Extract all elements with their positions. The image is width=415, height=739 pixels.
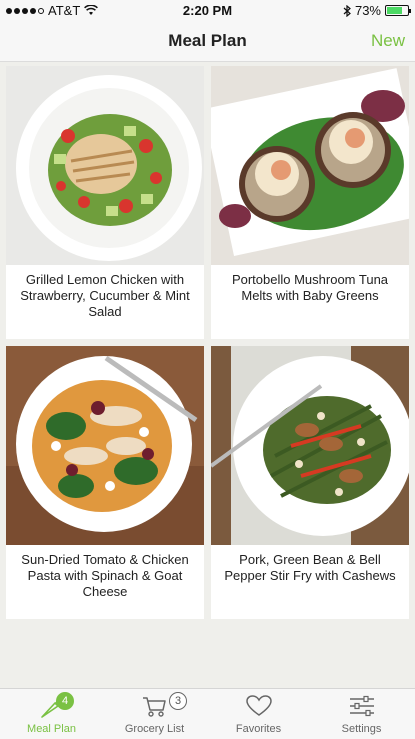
status-bar: AT&T 2:20 PM 73%	[0, 0, 415, 22]
recipe-grid: Grilled Lemon Chicken with Strawberry, C…	[0, 62, 415, 688]
heart-icon	[207, 693, 310, 719]
tab-settings[interactable]: Settings	[310, 689, 413, 739]
meal-plan-badge: 4	[56, 692, 74, 710]
tab-label: Meal Plan	[27, 723, 76, 735]
recipe-photo	[6, 66, 204, 265]
recipe-title: Pork, Green Bean & Bell Pepper Stir Fry …	[224, 552, 396, 583]
cart-icon	[103, 693, 206, 719]
recipe-card[interactable]: Grilled Lemon Chicken with Strawberry, C…	[6, 66, 204, 339]
tab-meal-plan[interactable]: 4 Meal Plan	[0, 689, 103, 739]
recipe-photo	[211, 66, 409, 265]
tab-bar: 4 Meal Plan 3 Grocery List Favorites Set…	[0, 688, 415, 739]
tab-label: Settings	[341, 723, 382, 735]
recipe-card[interactable]: Sun-Dried Tomato & Chicken Pasta with Sp…	[6, 346, 204, 619]
new-button[interactable]: New	[371, 31, 405, 51]
recipe-photo	[6, 346, 204, 545]
bluetooth-icon	[343, 4, 351, 17]
battery-percent: 73%	[354, 3, 381, 18]
recipe-title: Portobello Mushroom Tuna Melts with Baby…	[231, 272, 389, 303]
recipe-card[interactable]: Pork, Green Bean & Bell Pepper Stir Fry …	[211, 346, 409, 619]
recipe-card[interactable]: Portobello Mushroom Tuna Melts with Baby…	[211, 66, 409, 339]
tab-favorites[interactable]: Favorites	[207, 689, 310, 739]
recipe-title: Sun-Dried Tomato & Chicken Pasta with Sp…	[21, 552, 189, 599]
recipe-title: Grilled Lemon Chicken with Strawberry, C…	[20, 272, 190, 319]
navigation-bar: Meal Plan New	[0, 22, 415, 62]
tab-label: Favorites	[235, 723, 282, 735]
tab-grocery-list[interactable]: 3 Grocery List	[103, 689, 206, 739]
page-title: Meal Plan	[168, 31, 247, 50]
tab-label: Grocery List	[124, 723, 185, 735]
recipe-photo	[211, 346, 409, 545]
battery-icon	[385, 5, 411, 16]
grocery-list-badge: 3	[169, 692, 187, 710]
status-right: 73%	[343, 3, 411, 18]
carrot-icon	[0, 693, 103, 719]
sliders-icon	[310, 693, 413, 719]
